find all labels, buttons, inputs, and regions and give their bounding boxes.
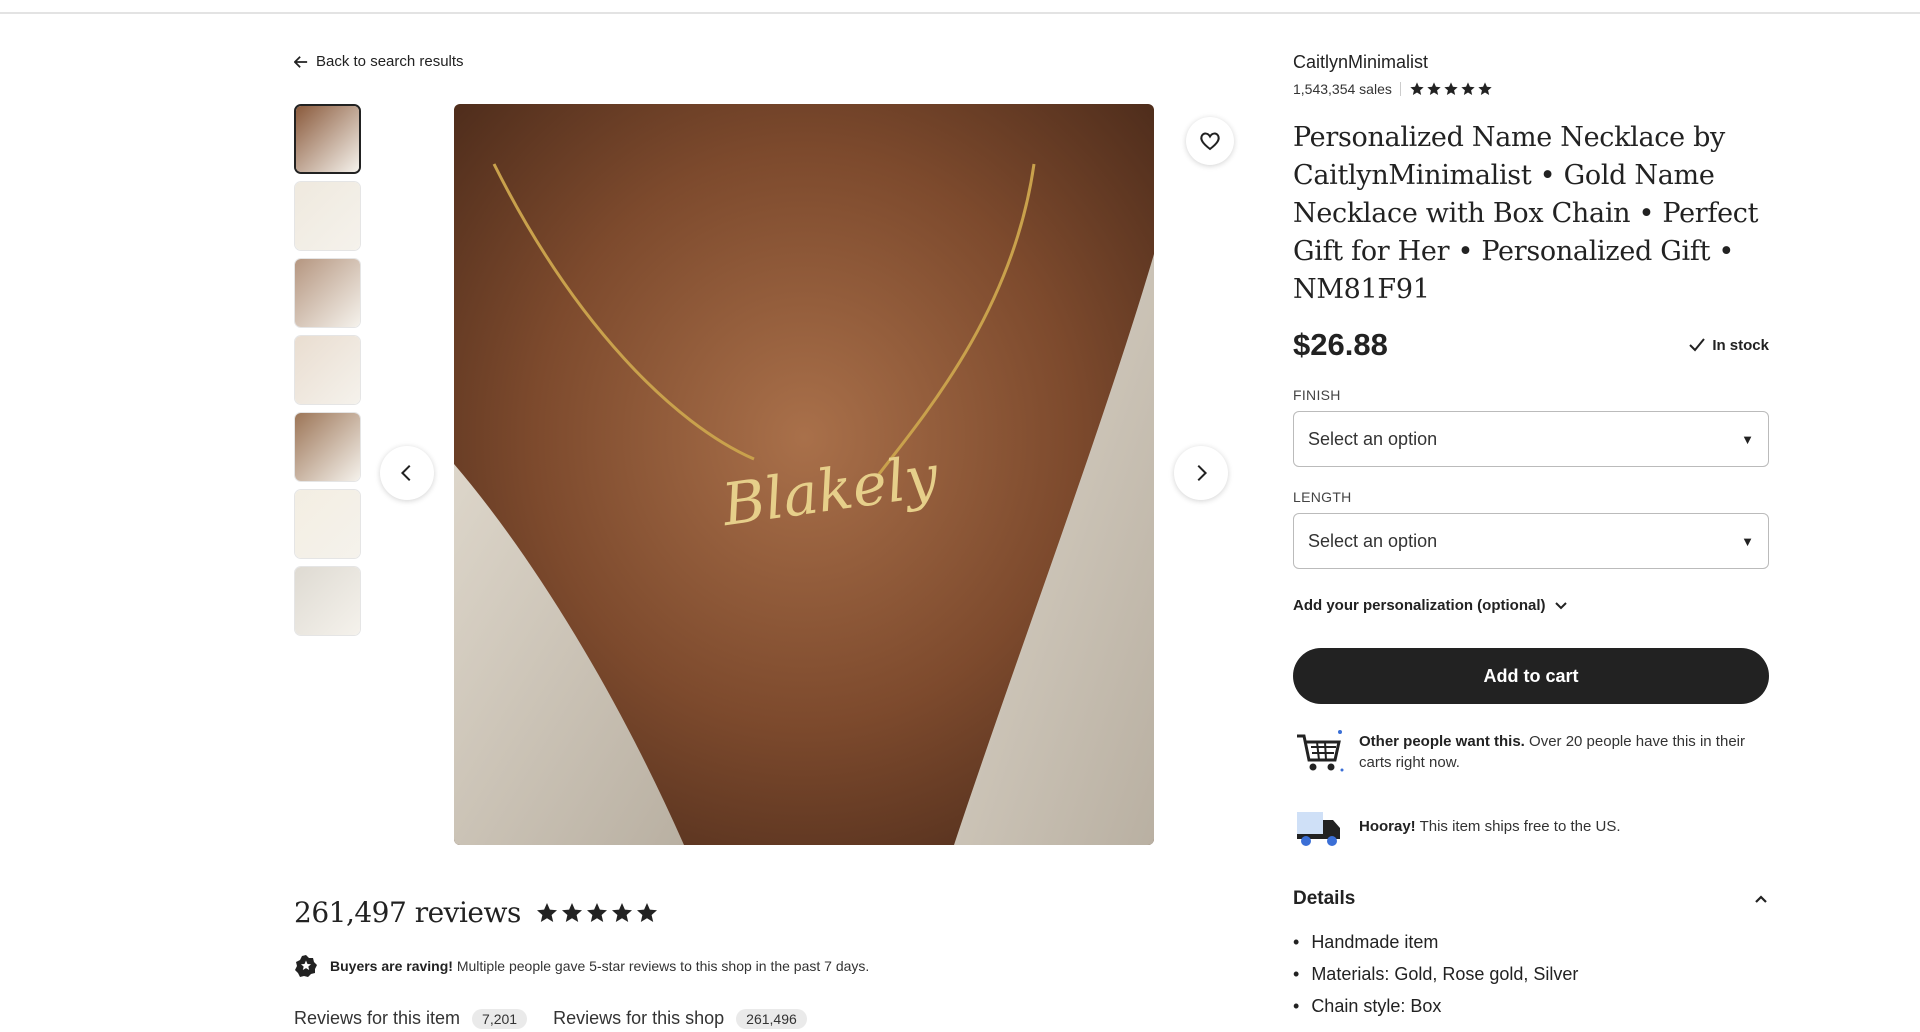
product-title: Personalized Name Necklace by CaitlynMin…: [1293, 122, 1759, 305]
star-icon: [586, 902, 607, 922]
gallery-thumbnail[interactable]: [294, 412, 361, 482]
shipping-text: Hooray! This item ships free to the US.: [1359, 816, 1621, 837]
count-badge: 7,201: [472, 1008, 528, 1029]
product-panel: CaitlynMinimalist 1,543,354 sales Person…: [1293, 52, 1769, 852]
thumbnail-image: [295, 336, 360, 404]
star-icon: [1478, 82, 1492, 95]
shopping-cart-icon: [1297, 730, 1344, 772]
stock-label: In stock: [1712, 336, 1769, 354]
add-to-cart-button[interactable]: Add to cart: [1293, 648, 1769, 704]
checkmark-icon: [1689, 338, 1706, 352]
shop-rating-stars: [1409, 81, 1493, 97]
details-list: Handmade item Materials: Gold, Rose gold…: [1293, 932, 1578, 1028]
gallery-thumbnail[interactable]: [294, 335, 361, 405]
tab-reviews-shop[interactable]: Reviews for this shop 261,496: [553, 1008, 807, 1029]
finish-label: FINISH: [1293, 387, 1341, 403]
details-heading: Details: [1293, 888, 1356, 909]
shop-meta: 1,543,354 sales: [1293, 81, 1769, 97]
shop-name-link[interactable]: CaitlynMinimalist: [1293, 52, 1769, 73]
raving-bold: Buyers are raving!: [330, 958, 453, 974]
heart-icon: [1200, 132, 1220, 151]
personalization-toggle[interactable]: Add your personalization (optional): [1293, 597, 1769, 614]
thumbnail-image: [295, 567, 360, 635]
star-icon: [561, 902, 582, 922]
chevron-down-icon: [1554, 601, 1567, 609]
length-value: Select an option: [1308, 530, 1438, 551]
divider: [1399, 82, 1401, 96]
reviews-header: 261,497 reviews: [294, 896, 659, 929]
demand-notice: Other people want this. Over 20 people h…: [1293, 726, 1769, 778]
star-icon: [636, 902, 657, 922]
star-icon: [611, 902, 632, 922]
delivery-truck-icon: [1297, 812, 1340, 846]
previous-image-button[interactable]: [380, 446, 434, 500]
chevron-up-icon: [1755, 895, 1767, 903]
thumbnail-list: [294, 104, 362, 643]
gallery-thumbnail[interactable]: [294, 181, 361, 251]
star-icon: [1427, 82, 1441, 95]
thumbnail-image: [295, 413, 360, 481]
thumbnail-image: [296, 106, 359, 172]
gallery-thumbnail[interactable]: [294, 566, 361, 636]
finish-value: Select an option: [1308, 428, 1438, 449]
shipping-bold: Hooray!: [1359, 817, 1416, 835]
arrow-left-icon: [294, 55, 308, 68]
top-bar: [0, 0, 1920, 14]
gallery-thumbnail[interactable]: [294, 104, 361, 174]
shop-sales: 1,543,354 sales: [1293, 81, 1392, 97]
tab-label: Reviews for this shop: [553, 1008, 725, 1028]
gallery-thumbnail[interactable]: [294, 489, 361, 559]
chevron-left-icon: [400, 464, 411, 482]
length-select[interactable]: Select an option ▼: [1293, 513, 1769, 569]
raving-detail: Multiple people gave 5-star reviews to t…: [452, 958, 870, 974]
tab-label: Reviews for this item: [294, 1008, 461, 1028]
personalization-label: Add your personalization (optional): [1293, 597, 1546, 614]
reviews-rating-stars: [535, 901, 659, 925]
review-tabs: Reviews for this item 7,201 Reviews for …: [294, 1008, 807, 1029]
stock-status: In stock: [1688, 336, 1769, 354]
buyers-raving-notice: Buyers are raving! Multiple people gave …: [294, 954, 869, 978]
tab-reviews-item[interactable]: Reviews for this item 7,201: [294, 1008, 528, 1029]
raving-text: Buyers are raving! Multiple people gave …: [330, 958, 869, 974]
star-badge-icon: [295, 955, 317, 977]
caret-down-icon: ▼: [1741, 533, 1754, 549]
back-to-search-link[interactable]: Back to search results: [294, 53, 464, 70]
gallery-thumbnail[interactable]: [294, 258, 361, 328]
details-toggle[interactable]: Details: [1293, 888, 1769, 910]
details-item: Handmade item: [1293, 932, 1578, 953]
back-label: Back to search results: [316, 53, 464, 70]
favorite-button[interactable]: [1186, 117, 1234, 165]
thumbnail-image: [295, 490, 360, 558]
reviews-count: 261,497 reviews: [294, 896, 521, 929]
details-item: Chain style: Box: [1293, 996, 1578, 1017]
star-icon: [1461, 82, 1475, 95]
thumbnail-image: [295, 182, 360, 250]
chevron-right-icon: [1197, 464, 1208, 482]
shipping-detail: This item ships free to the US.: [1415, 817, 1621, 835]
next-image-button[interactable]: [1174, 446, 1228, 500]
main-product-image: Blakely: [454, 104, 1154, 845]
demand-bold: Other people want this.: [1359, 733, 1525, 750]
product-price: $26.88: [1293, 327, 1388, 362]
thumbnail-image: [295, 259, 360, 327]
star-icon: [1444, 82, 1458, 95]
caret-down-icon: ▼: [1741, 431, 1754, 447]
star-icon: [1410, 82, 1424, 95]
count-badge: 261,496: [736, 1008, 807, 1029]
shipping-notice: Hooray! This item ships free to the US.: [1293, 800, 1769, 852]
finish-select[interactable]: Select an option ▼: [1293, 411, 1769, 467]
star-icon: [536, 902, 557, 922]
demand-text: Other people want this. Over 20 people h…: [1359, 731, 1769, 773]
length-label: LENGTH: [1293, 489, 1352, 505]
details-item: Materials: Gold, Rose gold, Silver: [1293, 964, 1578, 985]
